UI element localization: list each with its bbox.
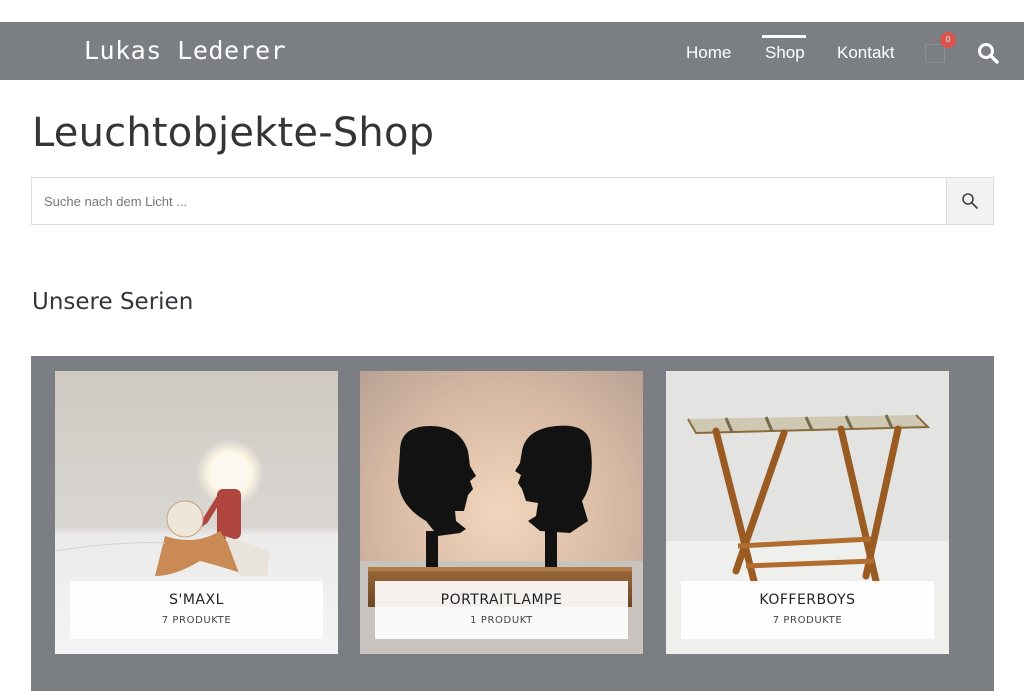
search-icon	[962, 193, 978, 209]
series-product-count: 7 PRODUKTE	[772, 615, 843, 626]
active-nav-indicator	[762, 35, 806, 38]
page-title: Leuchtobjekte-Shop	[32, 110, 435, 156]
nav-kontakt[interactable]: Kontakt	[837, 43, 895, 63]
product-search	[31, 177, 994, 225]
shopping-bag-icon	[925, 44, 945, 63]
series-grid: S'MAXL 7 PRODUKTE PORTRAITLAMPE 1 PRODUK…	[31, 356, 994, 691]
site-logo[interactable]: Lukas Lederer	[84, 36, 286, 65]
series-product-count: 7 PRODUKTE	[161, 615, 232, 626]
series-card-smaxl[interactable]: S'MAXL 7 PRODUKTE	[55, 371, 338, 654]
nav-home[interactable]: Home	[686, 43, 731, 63]
search-input[interactable]	[32, 178, 947, 224]
series-label: PORTRAITLAMPE 1 PRODUKT	[375, 581, 628, 639]
cart-button[interactable]: 0	[924, 32, 956, 66]
series-label: S'MAXL 7 PRODUKTE	[70, 581, 323, 639]
series-label: KOFFERBOYS 7 PRODUKTE	[681, 581, 934, 639]
cart-count-badge: 0	[940, 32, 956, 48]
series-name: S'MAXL	[169, 592, 224, 608]
series-product-count: 1 PRODUKT	[470, 615, 533, 626]
series-card-portraitlampe[interactable]: PORTRAITLAMPE 1 PRODUKT	[360, 371, 643, 654]
section-title: Unsere Serien	[32, 289, 194, 315]
series-name: PORTRAITLAMPE	[440, 592, 563, 608]
search-icon[interactable]	[977, 42, 999, 64]
search-submit-button[interactable]	[946, 178, 993, 224]
series-name: KOFFERBOYS	[759, 592, 856, 608]
nav-shop[interactable]: Shop	[765, 43, 805, 63]
site-header: Lukas Lederer Home Shop Kontakt 0	[0, 22, 1024, 80]
series-card-kofferboys[interactable]: KOFFERBOYS 7 PRODUKTE	[666, 371, 949, 654]
